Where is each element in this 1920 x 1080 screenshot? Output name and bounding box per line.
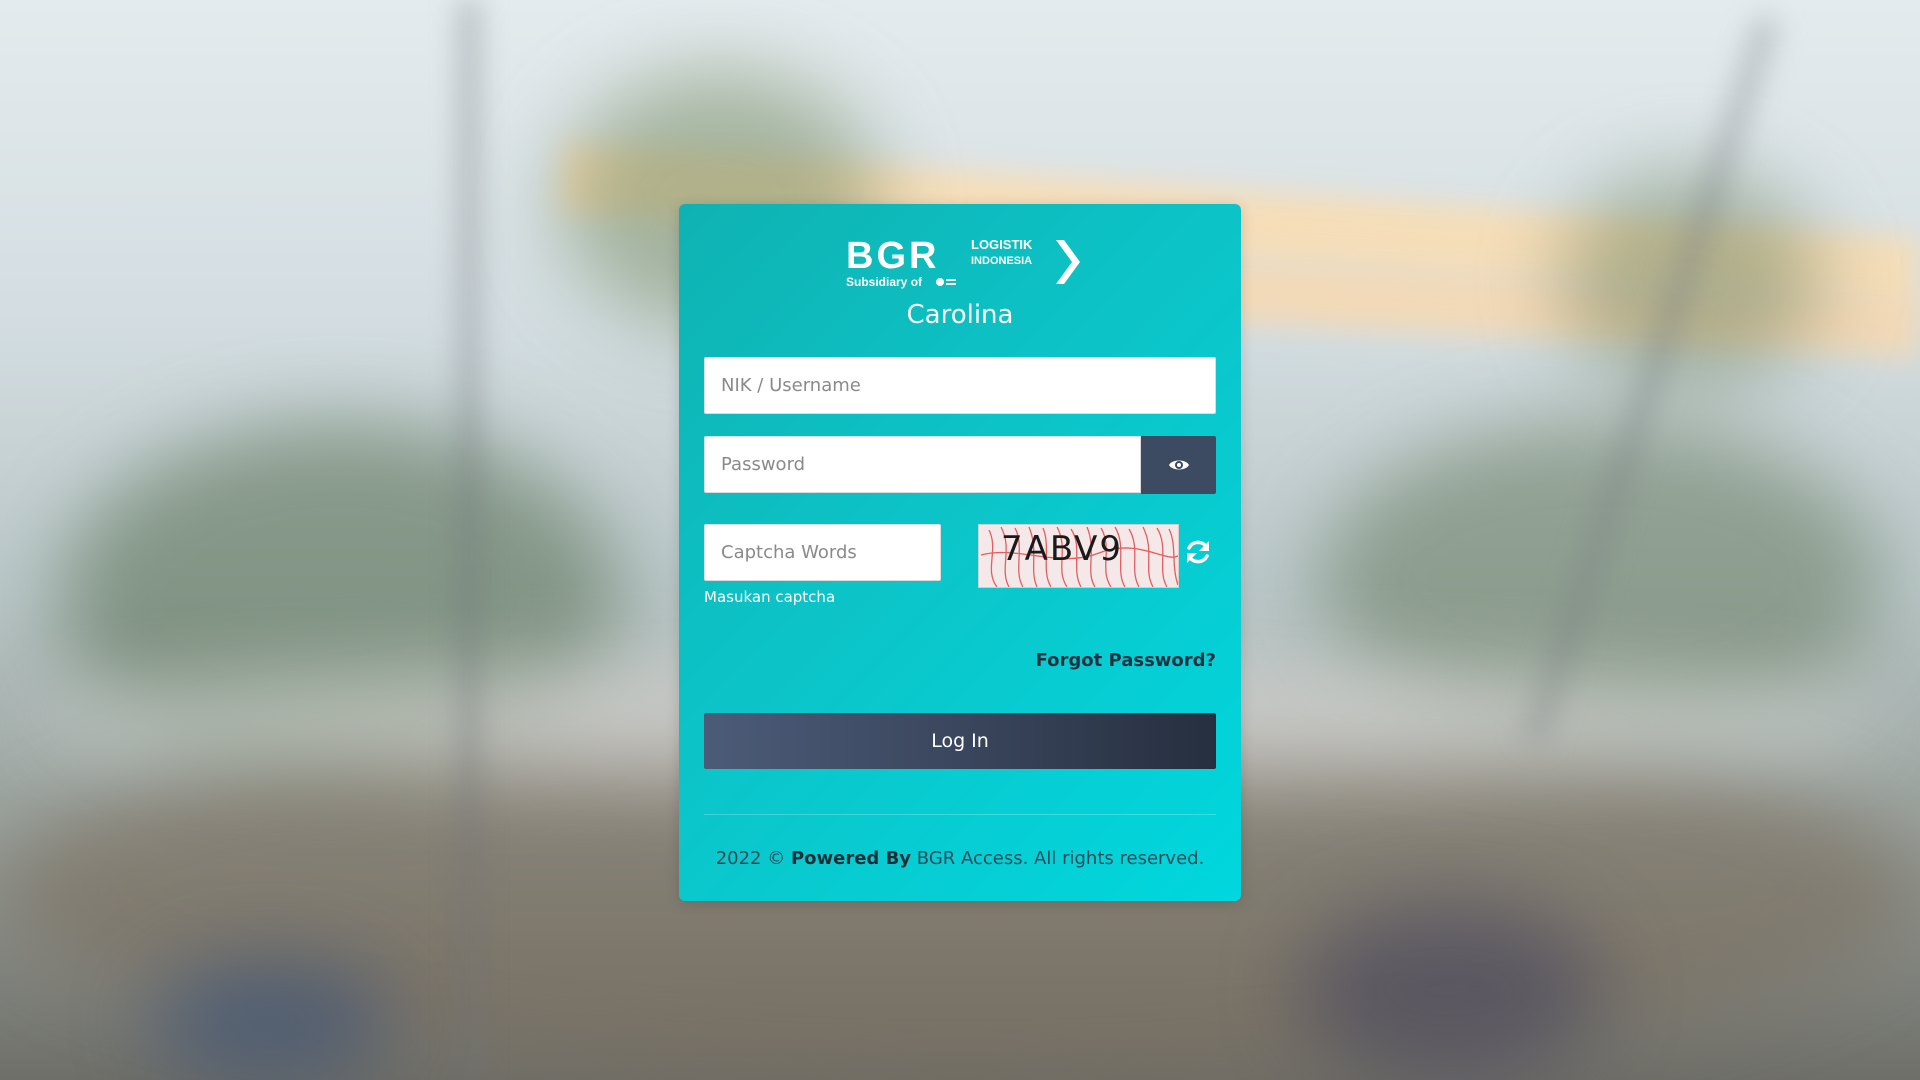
divider <box>704 814 1216 815</box>
logo-subsidiary: Subsidiary of <box>846 275 923 289</box>
parent-company-mark <box>936 278 956 286</box>
username-field[interactable] <box>704 357 1216 414</box>
logo-wordmark: BGR <box>846 235 939 277</box>
eye-icon <box>1168 460 1189 470</box>
username-input[interactable] <box>705 358 1215 413</box>
forgot-password-link[interactable]: Forgot Password? <box>1036 650 1216 671</box>
logo-line-2: INDONESIA <box>971 255 1032 267</box>
logo-line-1: LOGISTIK <box>971 237 1033 252</box>
refresh-icon <box>1187 540 1209 564</box>
footer-year: 2022 © <box>715 848 786 869</box>
captcha-hint: Masukan captcha <box>704 588 836 606</box>
refresh-captcha-button[interactable] <box>1181 535 1215 569</box>
footer-rights: BGR Access. All rights reserved. <box>916 848 1205 869</box>
password-field[interactable] <box>704 436 1141 493</box>
captcha-image: 7ABV9 <box>978 524 1179 588</box>
captcha-field[interactable] <box>704 524 941 581</box>
chevron-arrow-icon <box>1056 240 1080 284</box>
bgr-logo: BGR LOGISTIK INDONESIA Subsidiary of <box>846 235 1080 289</box>
login-button[interactable]: Log In <box>704 713 1216 769</box>
app-title: Carolina <box>906 300 1014 330</box>
password-input[interactable] <box>705 437 1140 492</box>
login-card: BGR LOGISTIK INDONESIA Subsidiary of Car… <box>679 204 1241 901</box>
captcha-input[interactable] <box>705 525 940 580</box>
toggle-password-button[interactable] <box>1141 436 1216 494</box>
footer-powered-by: Powered By <box>790 848 912 869</box>
captcha-text: 7ABV9 <box>1001 529 1124 569</box>
footer: 2022 © Powered By BGR Access. All rights… <box>679 848 1241 869</box>
